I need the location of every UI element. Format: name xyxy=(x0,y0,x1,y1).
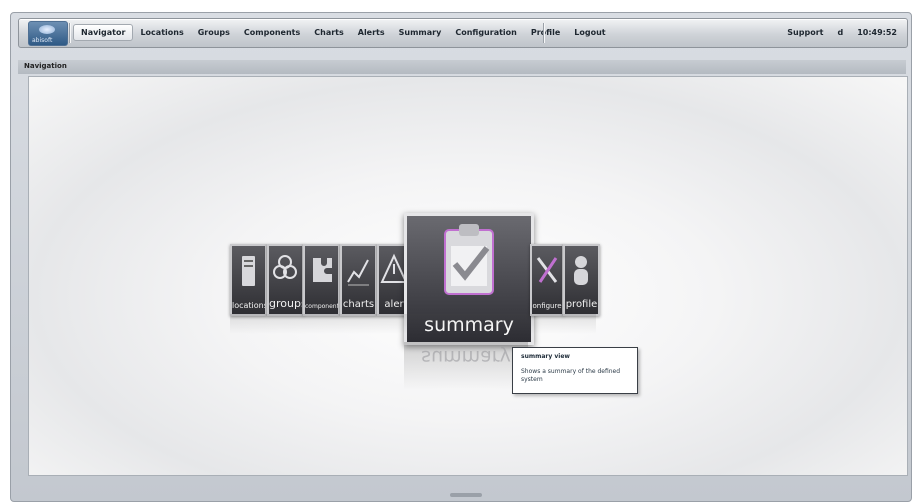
server-icon xyxy=(242,256,255,286)
navigation-panel-header: Navigation xyxy=(18,60,906,74)
tooltip-title: summary view xyxy=(521,353,570,360)
tiles-reflection xyxy=(230,314,596,334)
menu-item-navigator[interactable]: Navigator xyxy=(73,24,134,41)
menu-item-locations[interactable]: Locations xyxy=(133,24,190,41)
chart-icon xyxy=(347,259,369,286)
logo-text: abisoft xyxy=(32,37,53,44)
puzzle-icon xyxy=(313,258,332,282)
tile-groups[interactable]: groups xyxy=(267,244,304,316)
tile-label: onfigure xyxy=(532,302,562,310)
tile-profile[interactable]: profile xyxy=(563,244,600,316)
top-navigation-bar: abisoft Navigator Locations Groups Compo… xyxy=(18,18,908,48)
current-user: d xyxy=(837,28,844,37)
clipboard-check-icon xyxy=(444,224,494,295)
support-link[interactable]: Support xyxy=(785,24,825,41)
menu-item-charts[interactable]: Charts xyxy=(307,24,351,41)
tile-label: charts xyxy=(342,299,375,310)
tooltip-summary-view: summary view Shows a summary of the defi… xyxy=(512,347,638,394)
menu-item-summary[interactable]: Summary xyxy=(392,24,449,41)
eye-icon xyxy=(39,25,55,34)
tile-label: groups xyxy=(269,297,304,310)
tile-locations[interactable]: locations xyxy=(230,244,267,316)
abisoft-logo[interactable]: abisoft xyxy=(28,21,68,46)
resize-handle[interactable] xyxy=(450,493,482,497)
main-menu: Navigator Locations Groups Components Ch… xyxy=(73,24,613,41)
group-icon xyxy=(273,255,297,279)
menu-item-logout[interactable]: Logout xyxy=(567,24,612,41)
person-icon xyxy=(574,256,588,285)
menu-item-configuration[interactable]: Configuration xyxy=(448,24,524,41)
tools-icon xyxy=(536,257,558,283)
tile-label: locations xyxy=(232,301,267,310)
tile-charts[interactable]: charts xyxy=(340,244,377,316)
tile-label: profile xyxy=(565,299,598,310)
tile-components[interactable]: components xyxy=(303,244,340,316)
reflection-text: summary xyxy=(421,346,511,368)
tile-configure[interactable]: onfigure xyxy=(530,244,564,316)
menu-item-alerts[interactable]: Alerts xyxy=(351,24,392,41)
clock: 10:49:52 xyxy=(857,28,897,37)
panel-title: Navigation xyxy=(24,62,67,70)
top-right-area: Support d 10:49:52 xyxy=(785,24,899,41)
menu-item-groups[interactable]: Groups xyxy=(191,24,237,41)
featured-reflection: summary xyxy=(404,342,528,390)
tile-label: components xyxy=(305,303,340,310)
divider xyxy=(69,23,70,43)
tooltip-description: Shows a summary of the defined system xyxy=(521,368,621,383)
menu-item-components[interactable]: Components xyxy=(237,24,307,41)
menu-item-profile[interactable]: Profile xyxy=(524,24,567,41)
divider xyxy=(543,23,544,43)
